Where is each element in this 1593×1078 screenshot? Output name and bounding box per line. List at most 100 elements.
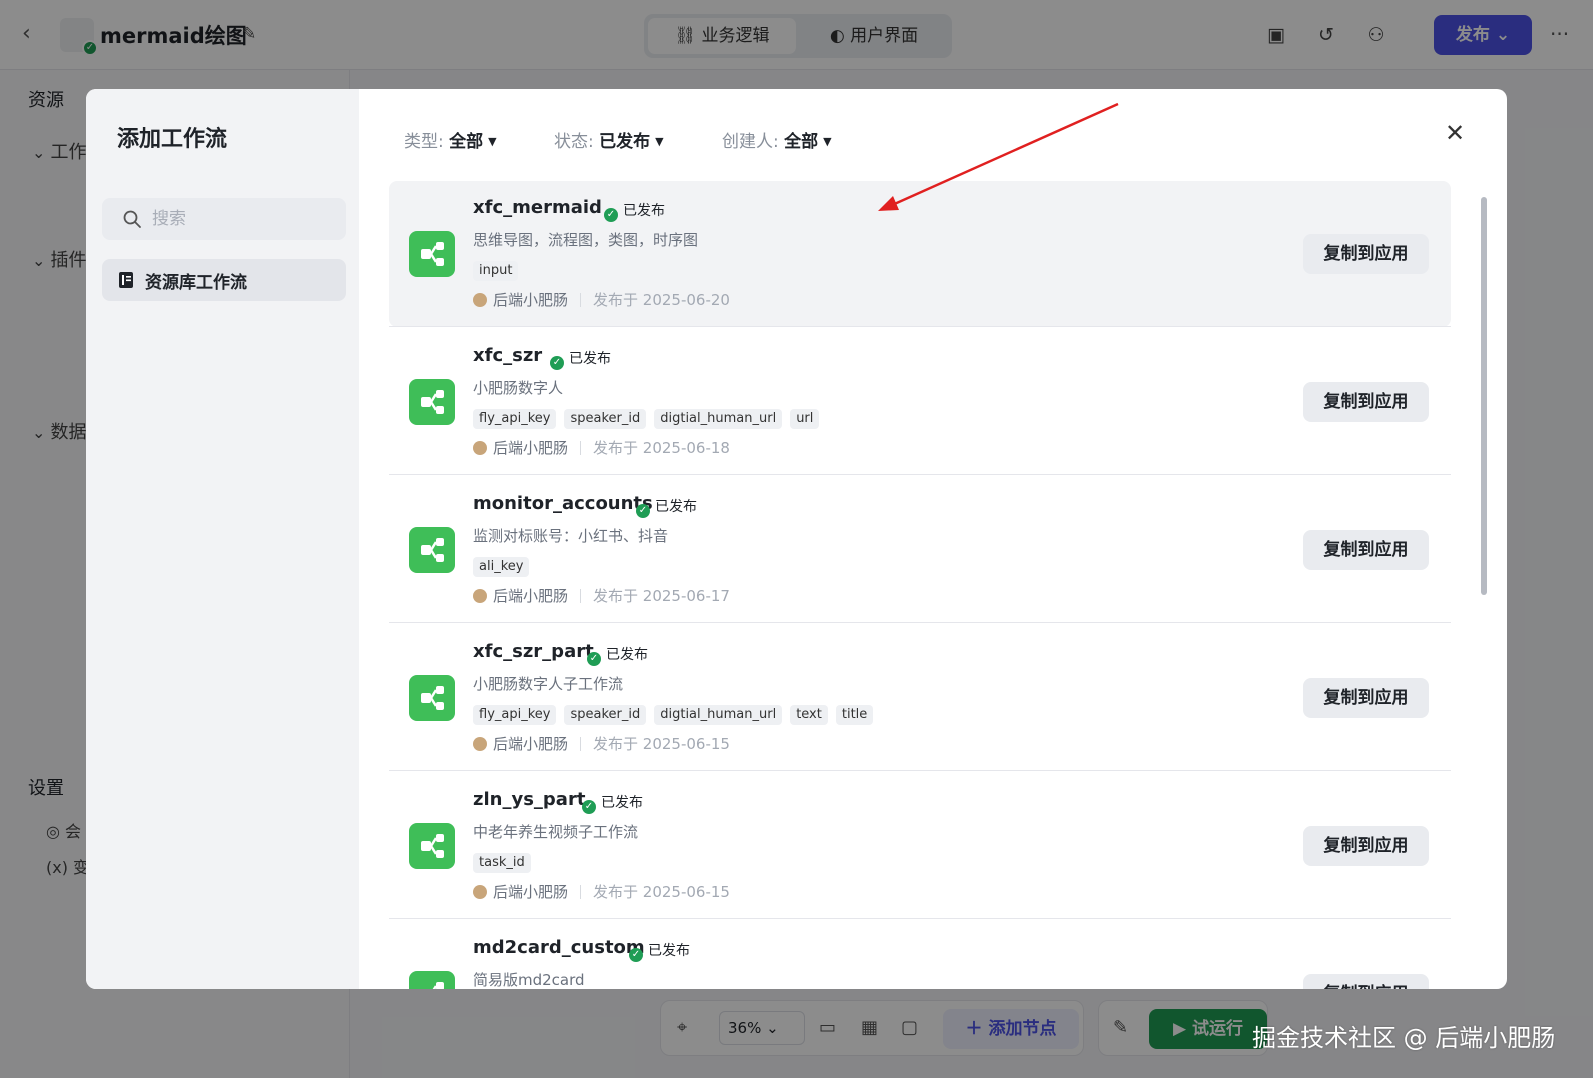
tag-list: fly_api_key speaker_id digtial_human_url te… — [473, 703, 881, 725]
copy-to-app-button[interactable]: 复制到应用 — [1303, 974, 1429, 989]
parameter-tag: digtial_human_url — [654, 409, 783, 429]
workflow-card[interactable]: xfc_szr_part ✓ 已发布 小肥肠数字人子工作流 fly_api_key spe… — [389, 625, 1451, 771]
check-icon: ✓ — [582, 800, 596, 814]
divider — [580, 441, 582, 455]
check-icon: ✓ — [550, 356, 564, 370]
workflow-name: xfc_szr — [473, 345, 543, 366]
workflow-icon — [409, 379, 455, 425]
copy-to-app-button[interactable]: 复制到应用 — [1303, 234, 1429, 274]
workflow-name: md2card_custom — [473, 937, 645, 958]
workflow-card[interactable]: monitor_accounts ✓ 已发布监测对标账号：小红书、抖音 ali_key… — [389, 477, 1451, 623]
author-avatar — [473, 441, 487, 455]
workflow-icon — [409, 823, 455, 869]
author-name: 后端小肥肠 — [493, 291, 569, 309]
filter-type[interactable]: 类型: 全部 ▼ — [404, 127, 497, 152]
publish-date: 发布于 2025-06-15 — [593, 735, 730, 753]
workflow-name: xfc_szr_part — [473, 641, 594, 662]
status-badge: ✓ 已发布 — [582, 792, 643, 814]
divider — [389, 770, 1451, 771]
workflow-description: 监测对标账号：小红书、抖音 — [473, 527, 669, 545]
workflow-description: 思维导图，流程图，类图，时序图 — [473, 231, 699, 249]
author-avatar — [473, 293, 487, 307]
check-icon: ✓ — [587, 652, 601, 666]
check-icon: ✓ — [636, 504, 650, 518]
parameter-tag: url — [790, 409, 820, 429]
author-avatar — [473, 885, 487, 899]
parameter-tag: speaker_id — [564, 705, 647, 725]
divider — [389, 326, 1451, 327]
workflow-name: zln_ys_part — [473, 789, 586, 810]
workflow-icon — [409, 231, 455, 277]
divider — [389, 622, 1451, 623]
scrollbar-thumb[interactable] — [1481, 197, 1487, 595]
caret-down-icon: ▼ — [488, 135, 497, 148]
parameter-tag: digtial_human_url — [654, 705, 783, 725]
workflow-name: monitor_accounts — [473, 493, 653, 514]
caret-down-icon: ▼ — [655, 135, 664, 148]
workflow-icon — [409, 675, 455, 721]
author-name: 后端小肥肠 — [493, 735, 569, 753]
status-badge: ✓ 已发布 — [629, 940, 690, 962]
workflow-list: xfc_mermaid ✓ 已发布 思维导图，流程图，类图，时序图 input 后端小肥肠… — [389, 181, 1451, 989]
copy-to-app-button[interactable]: 复制到应用 — [1303, 678, 1429, 718]
status-badge: ✓ 已发布 — [587, 644, 648, 666]
author-name: 后端小肥肠 — [493, 439, 569, 457]
divider — [580, 737, 582, 751]
parameter-tag: input — [473, 261, 519, 281]
workflow-description: 简易版md2card — [473, 971, 585, 989]
sidebar-item-label: 资源库工作流 — [145, 273, 247, 293]
workflow-meta: 后端小肥肠 发布于 2025-06-20 — [473, 289, 730, 310]
author-name: 后端小肥肠 — [493, 587, 569, 605]
copy-to-app-button[interactable]: 复制到应用 — [1303, 530, 1429, 570]
divider — [580, 589, 582, 603]
tag-list: input — [473, 259, 526, 281]
publish-date: 发布于 2025-06-18 — [593, 439, 730, 457]
divider — [389, 918, 1451, 919]
parameter-tag: text — [790, 705, 828, 725]
filter-creator[interactable]: 创建人: 全部 ▼ — [722, 127, 832, 152]
library-icon — [119, 272, 133, 288]
check-icon: ✓ — [629, 948, 643, 962]
publish-date: 发布于 2025-06-17 — [593, 587, 730, 605]
status-badge: ✓ 已发布 — [636, 496, 697, 518]
workflow-meta: 后端小肥肠 发布于 2025-06-17 — [473, 585, 730, 606]
workflow-card[interactable]: xfc_mermaid ✓ 已发布 思维导图，流程图，类图，时序图 input 后端小肥肠… — [389, 181, 1451, 327]
sidebar-item-library-workflows[interactable]: 资源库工作流 — [102, 259, 346, 301]
workflow-icon — [409, 527, 455, 573]
divider — [389, 474, 1451, 475]
modal-title: 添加工作流 — [117, 127, 228, 152]
caret-down-icon: ▼ — [823, 135, 832, 148]
add-workflow-modal: 添加工作流 资源库工作流 类型: 全部▼ 状态: 已发布▼ 创建人: 全部▼ ✕… — [86, 89, 1507, 989]
divider — [580, 293, 582, 307]
parameter-tag: title — [835, 705, 874, 725]
tag-list: ali_key — [473, 555, 537, 577]
author-avatar — [473, 589, 487, 603]
parameter-tag: task_id — [473, 853, 531, 873]
workflow-card[interactable]: zln_ys_part ✓ 已发布中老年养生视频子工作流 task_id 后端小肥肠 发布… — [389, 773, 1451, 919]
copy-to-app-button[interactable]: 复制到应用 — [1303, 826, 1429, 866]
close-icon[interactable]: ✕ — [1444, 121, 1466, 145]
divider — [580, 885, 582, 899]
author-avatar — [473, 737, 487, 751]
check-icon: ✓ — [604, 208, 618, 222]
workflow-description: 小肥肠数字人子工作流 — [473, 675, 624, 693]
status-badge: ✓ 已发布 — [550, 348, 611, 370]
author-name: 后端小肥肠 — [493, 883, 569, 901]
filter-status[interactable]: 状态: 已发布 ▼ — [554, 127, 664, 152]
copy-to-app-button[interactable]: 复制到应用 — [1303, 382, 1429, 422]
parameter-tag: ali_key — [473, 557, 530, 577]
tag-list: fly_api_key speaker_id digtial_human_url ur… — [473, 407, 827, 429]
workflow-card[interactable]: xfc_szr ✓ 已发布小肥肠数字人 fly_api_key speaker_id di… — [389, 329, 1451, 475]
search-box[interactable] — [102, 198, 346, 240]
tag-list: task_id — [473, 851, 539, 873]
publish-date: 发布于 2025-06-15 — [593, 883, 730, 901]
workflow-description: 中老年养生视频子工作流 — [473, 823, 639, 841]
search-input[interactable] — [152, 206, 332, 232]
modal-sidebar: 添加工作流 资源库工作流 — [86, 89, 359, 989]
publish-date: 发布于 2025-06-20 — [593, 291, 730, 309]
workflow-meta: 后端小肥肠 发布于 2025-06-18 — [473, 437, 730, 458]
workflow-description: 小肥肠数字人 — [473, 379, 564, 397]
workflow-meta: 后端小肥肠 发布于 2025-06-15 — [473, 733, 730, 754]
status-badge: ✓ 已发布 — [604, 200, 665, 222]
workflow-card[interactable]: md2card_custom✓已发布简易版md2card 复制到应用 — [389, 921, 1451, 989]
